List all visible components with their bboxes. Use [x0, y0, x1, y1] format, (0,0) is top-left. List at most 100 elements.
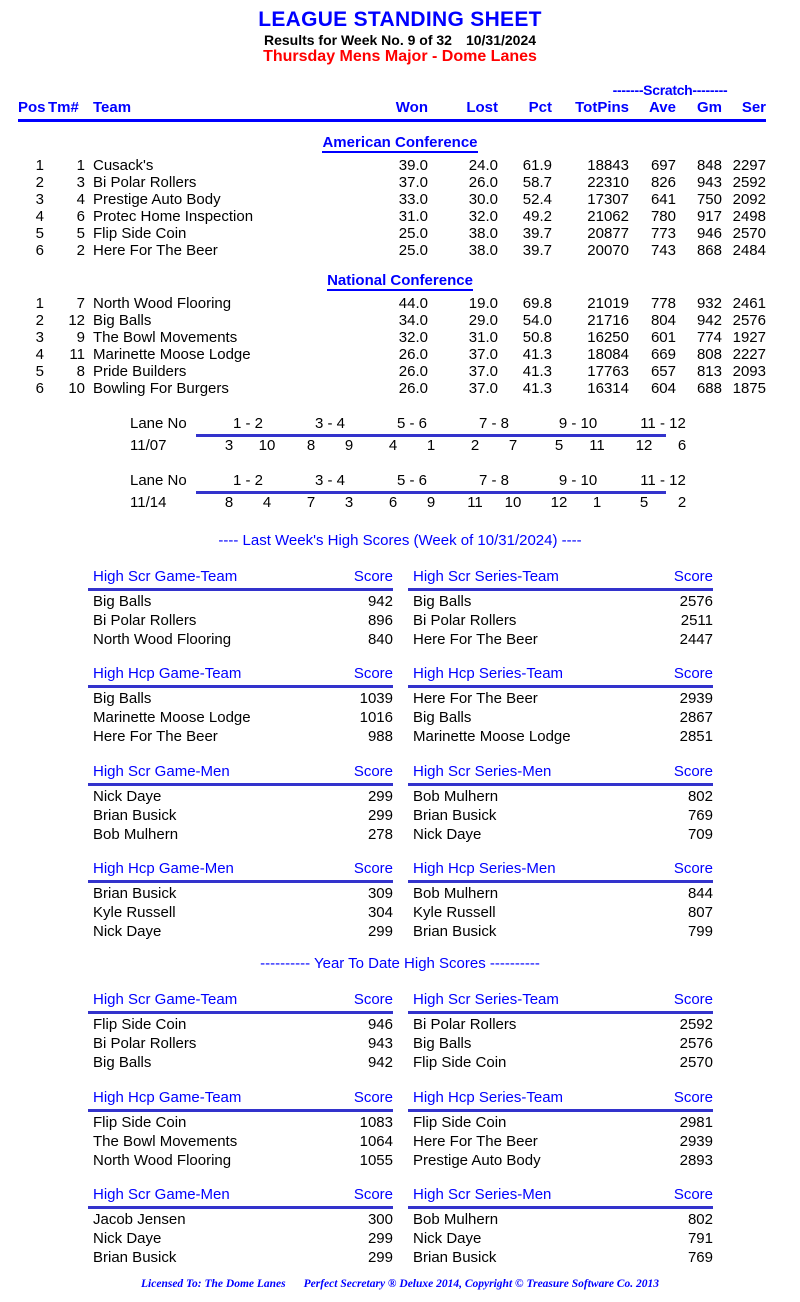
standings-cell-lost: 38.0: [468, 225, 498, 242]
lane-schedule-date: 11/07: [130, 437, 167, 454]
standings-cell-lost: 37.0: [468, 346, 498, 363]
high-score-column-header: Score: [673, 1186, 713, 1203]
standings-cell-ave: 804: [650, 312, 676, 329]
high-score-column-header: Score: [673, 763, 713, 780]
lane-pair-label: 1 - 2: [232, 472, 263, 489]
header-tm: Tm#: [48, 99, 79, 116]
lane-pair-label: 3 - 4: [314, 415, 345, 432]
high-score-entry-score: 988: [367, 728, 393, 745]
high-score-entry-name: Nick Daye: [413, 826, 482, 843]
standings-cell-lost: 24.0: [468, 157, 498, 174]
lane-team-number: 3: [224, 437, 234, 454]
high-score-entry-name: Bi Polar Rollers: [93, 1035, 197, 1052]
high-score-table-rule: [88, 1206, 393, 1209]
standings-row: 2 12 Big Balls 34.0 29.0 54.0 21716 804 942 2576: [0, 312, 800, 329]
standings-header-rule: [18, 119, 766, 122]
standings-cell-ave: 601: [650, 329, 676, 346]
high-score-table-rule: [408, 685, 713, 688]
standings-cell-ser: 2227: [732, 346, 766, 363]
standings-cell-pos: 5: [35, 225, 44, 242]
standings-cell-won: 25.0: [398, 242, 428, 259]
standings-cell-pos: 4: [35, 346, 44, 363]
standings-cell-totpins: 17307: [587, 191, 629, 208]
high-score-entry-name: Bob Mulhern: [413, 885, 499, 902]
standings-cell-totpins: 20070: [587, 242, 629, 259]
lane-pair-label: 7 - 8: [478, 415, 509, 432]
high-score-entry-name: Jacob Jensen: [93, 1211, 186, 1228]
high-score-table-title: High Scr Game-Men: [93, 1186, 230, 1203]
standings-cell-lost: 30.0: [468, 191, 498, 208]
high-score-entry-score: 1016: [359, 709, 393, 726]
high-score-table-rule: [408, 880, 713, 883]
high-score-entry-score: 807: [687, 904, 713, 921]
standings-cell-gm: 917: [696, 208, 722, 225]
standings-cell-ave: 657: [650, 363, 676, 380]
lane-team-number: 10: [258, 437, 276, 454]
standings-cell-pos: 5: [35, 363, 44, 380]
high-score-entry-score: 300: [367, 1211, 393, 1228]
conference-title-text: American Conference: [322, 134, 478, 153]
lane-team-number: 10: [504, 494, 522, 511]
high-score-entry-name: Nick Daye: [93, 788, 162, 805]
standings-cell-lost: 26.0: [468, 174, 498, 191]
standings-cell-pct: 58.7: [522, 174, 552, 191]
high-score-column-header: Score: [353, 1089, 393, 1106]
lane-pair-label: 9 - 10: [558, 415, 598, 432]
high-score-entry-name: Brian Busick: [93, 885, 177, 902]
high-score-table-title: High Scr Game-Men: [93, 763, 230, 780]
high-score-entry-name: Prestige Auto Body: [413, 1152, 541, 1169]
high-score-table-title: High Hcp Game-Team: [93, 1089, 242, 1106]
high-score-table-title: High Scr Series-Team: [413, 568, 559, 585]
league-name: Thursday Mens Major - Dome Lanes: [263, 48, 537, 65]
high-score-entry-name: Marinette Moose Lodge: [413, 728, 571, 745]
standings-cell-team: Prestige Auto Body: [93, 191, 221, 208]
conference-title: American Conference: [0, 134, 800, 153]
standings-cell-won: 39.0: [398, 157, 428, 174]
lane-team-number: 3: [344, 494, 354, 511]
high-score-entry-name: Bob Mulhern: [413, 1211, 499, 1228]
high-score-entry-name: Kyle Russell: [93, 904, 176, 921]
high-score-entry-name: Big Balls: [413, 593, 472, 610]
high-score-entry-score: 840: [367, 631, 393, 648]
high-score-entry-score: 2981: [679, 1114, 713, 1131]
last-week-banner: ---- Last Week's High Scores (Week of 10…: [218, 532, 582, 549]
standings-cell-ser: 1875: [732, 380, 766, 397]
standings-cell-won: 34.0: [398, 312, 428, 329]
header-gm: Gm: [696, 99, 722, 116]
high-score-table-title: High Hcp Game-Team: [93, 665, 242, 682]
standings-cell-totpins: 17763: [587, 363, 629, 380]
high-score-column-header: Score: [673, 665, 713, 682]
standings-cell-tm: 2: [76, 242, 85, 259]
standing-sheet-page: LEAGUE STANDING SHEET Results for Week N…: [0, 0, 800, 1302]
standings-cell-pos: 6: [35, 242, 44, 259]
standings-cell-tm: 4: [76, 191, 85, 208]
standings-cell-gm: 932: [696, 295, 722, 312]
footer-licensed-to: Licensed To: The Dome Lanes: [141, 1278, 286, 1290]
standings-cell-pct: 41.3: [522, 346, 552, 363]
header-ser: Ser: [741, 99, 766, 116]
standings-cell-ave: 604: [650, 380, 676, 397]
high-score-table-title: High Hcp Game-Men: [93, 860, 234, 877]
high-score-table-rule: [408, 588, 713, 591]
high-score-table-rule: [88, 1109, 393, 1112]
high-score-table-rule: [88, 1011, 393, 1014]
high-score-entry-score: 943: [367, 1035, 393, 1052]
standings-cell-totpins: 20877: [587, 225, 629, 242]
lane-pair-label: 11 - 12: [640, 415, 686, 432]
high-score-entry-name: Here For The Beer: [93, 728, 218, 745]
lane-pair-label: 7 - 8: [478, 472, 509, 489]
high-score-entry-score: 2447: [679, 631, 713, 648]
standings-cell-ser: 2461: [732, 295, 766, 312]
header-pct: Pct: [528, 99, 552, 116]
standings-cell-ave: 743: [650, 242, 676, 259]
standings-cell-totpins: 16250: [587, 329, 629, 346]
high-score-entry-score: 299: [367, 1230, 393, 1247]
standings-cell-lost: 38.0: [468, 242, 498, 259]
high-score-column-header: Score: [353, 763, 393, 780]
standings-cell-totpins: 16314: [587, 380, 629, 397]
standings-cell-won: 37.0: [398, 174, 428, 191]
high-score-entry-score: 2592: [679, 1016, 713, 1033]
high-score-entry-name: Brian Busick: [413, 807, 497, 824]
high-score-entry-score: 2576: [679, 593, 713, 610]
standings-cell-team: Cusack's: [93, 157, 154, 174]
